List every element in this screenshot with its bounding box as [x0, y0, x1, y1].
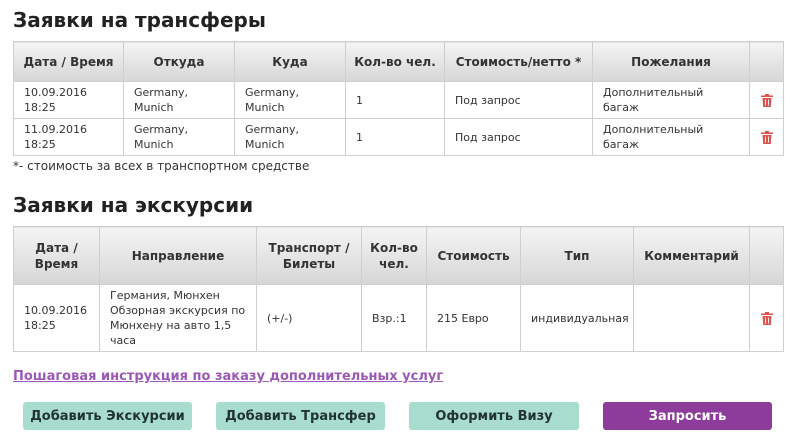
time-value: 18:25 — [24, 138, 56, 151]
column-header: Комментарий — [633, 226, 750, 285]
date-time-cell: 10.09.2016 18:25 — [13, 81, 124, 119]
price-cell: Под запрос — [444, 118, 593, 156]
trash-icon[interactable] — [760, 131, 773, 144]
direction-cell: Германия, Мюнхен Обзорная экскурсия по М… — [99, 284, 257, 352]
column-header: Откуда — [123, 41, 235, 82]
time-value: 18:25 — [24, 101, 56, 114]
count-cell: Взр.:1 — [361, 284, 427, 352]
delete-cell — [749, 81, 784, 119]
excursions-table: Дата / Время Направление Транспорт / Бил… — [13, 226, 784, 352]
date-time-cell: 11.09.2016 18:25 — [13, 118, 124, 156]
column-header: Пожелания — [592, 41, 750, 82]
delete-cell — [749, 284, 784, 352]
date-value: 10.09.2016 — [24, 86, 87, 99]
excursions-title: Заявки на экскурсии — [13, 193, 254, 217]
wishes-cell: Дополнительный багаж — [592, 118, 750, 156]
table-row: 10.09.2016 18:25 Германия, Мюнхен Обзорна… — [13, 284, 784, 352]
trash-icon[interactable] — [760, 94, 773, 107]
column-header: Направление — [99, 226, 257, 285]
count-cell: 1 — [345, 118, 445, 156]
table-row: 11.09.2016 18:25 Germany, Munich Germany,… — [13, 118, 784, 156]
from-cell: Germany, Munich — [123, 118, 235, 156]
column-header: Дата / Время — [13, 41, 124, 82]
table-header-row: Дата / Время Откуда Куда Кол-во чел. Сто… — [13, 41, 784, 82]
wishes-cell: Дополнительный багаж — [592, 81, 750, 119]
count-cell: 1 — [345, 81, 445, 119]
table-row: 10.09.2016 18:25 Germany, Munich Germany,… — [13, 81, 784, 119]
table-header-row: Дата / Время Направление Транспорт / Бил… — [13, 226, 784, 285]
column-header: Кол-во чел. — [361, 226, 427, 285]
request-button[interactable]: Запросить — [603, 402, 772, 430]
column-header: Тип — [520, 226, 634, 285]
column-header: Транспорт / Билеты — [256, 226, 362, 285]
time-value: 18:25 — [24, 319, 56, 332]
to-cell: Germany, Munich — [234, 118, 346, 156]
visa-button[interactable]: Оформить Визу — [409, 402, 579, 430]
column-header-empty — [749, 41, 784, 82]
trash-icon[interactable] — [760, 312, 773, 325]
column-header: Куда — [234, 41, 346, 82]
column-header: Дата / Время — [13, 226, 100, 285]
delete-cell — [749, 118, 784, 156]
transfers-title: Заявки на трансферы — [13, 8, 266, 32]
transport-cell: (+/-) — [256, 284, 362, 352]
to-cell: Germany, Munich — [234, 81, 346, 119]
instructions-link[interactable]: Пошаговая инструкция по заказу дополните… — [13, 369, 443, 384]
add-transfer-button[interactable]: Добавить Трансфер — [216, 402, 385, 430]
column-header: Стоимость — [426, 226, 521, 285]
from-cell: Germany, Munich — [123, 81, 235, 119]
date-value: 10.09.2016 — [24, 304, 87, 317]
date-time-cell: 10.09.2016 18:25 — [13, 284, 100, 352]
transfers-table: Дата / Время Откуда Куда Кол-во чел. Сто… — [13, 41, 784, 156]
comment-cell — [633, 284, 750, 352]
price-cell: 215 Евро — [426, 284, 521, 352]
column-header: Стоимость/нетто * — [444, 41, 593, 82]
column-header: Кол-во чел. — [345, 41, 445, 82]
add-excursion-button[interactable]: Добавить Экскурсии — [23, 402, 192, 430]
price-cell: Под запрос — [444, 81, 593, 119]
type-cell: индивидуальная — [520, 284, 634, 352]
transfers-price-note: *- стоимость за всех в транспортном сред… — [13, 159, 310, 173]
date-value: 11.09.2016 — [24, 123, 87, 136]
column-header-empty — [749, 226, 784, 285]
